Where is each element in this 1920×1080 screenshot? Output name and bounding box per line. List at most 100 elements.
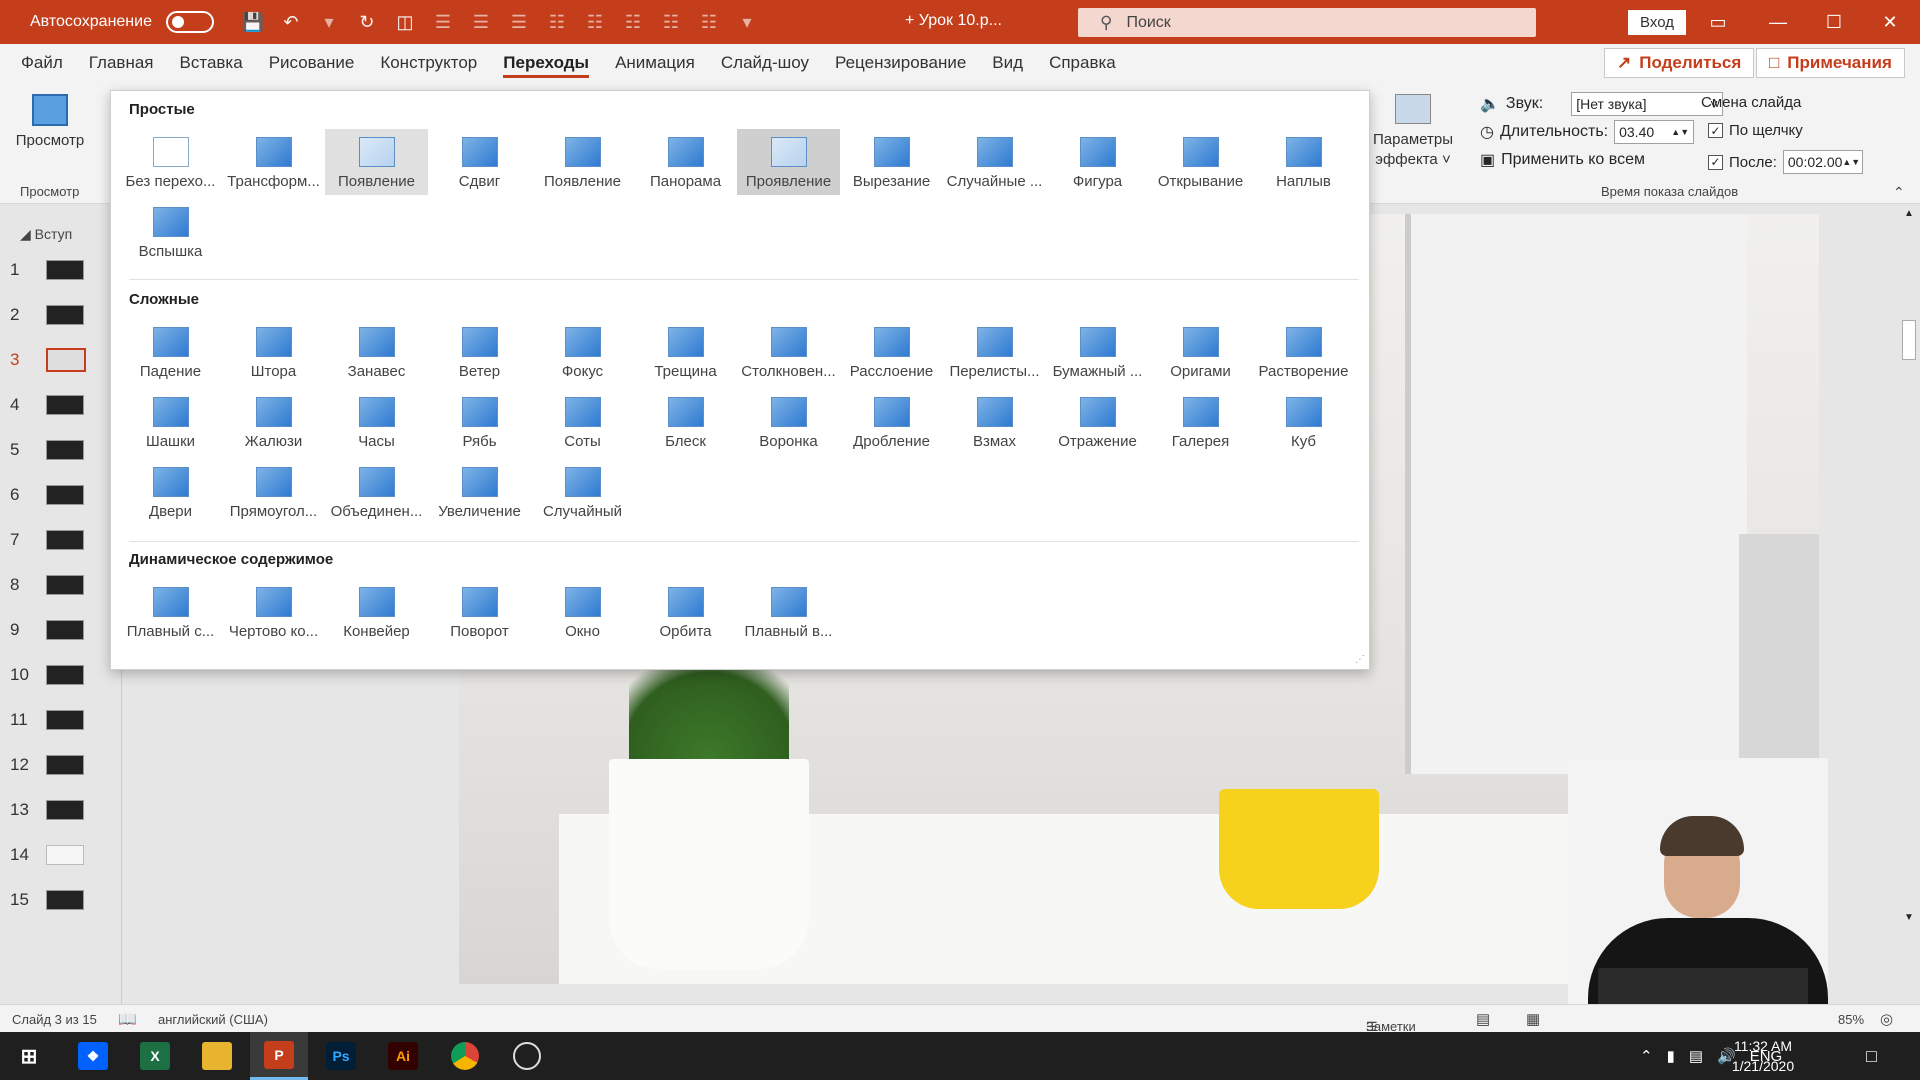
tray-expand-icon[interactable]: ⌃ [1640, 1047, 1653, 1065]
slide-thumbnail-row[interactable]: 12 [10, 747, 94, 783]
transition-item[interactable]: Отражение [1046, 389, 1149, 455]
slide-thumbnail[interactable] [46, 665, 84, 685]
section-header[interactable]: ◢ Вступ [20, 226, 72, 243]
transition-item[interactable]: Фигура [1046, 129, 1149, 195]
tab-view[interactable]: Вид [979, 44, 1036, 82]
slide-sorter-icon[interactable]: ▦ [1526, 1010, 1540, 1028]
distribute-h-icon[interactable]: ☷ [656, 7, 686, 37]
save-icon[interactable]: 💾 [238, 7, 268, 37]
taskbar-excel[interactable]: X [126, 1032, 184, 1080]
search-box[interactable]: ⚲ Поиск [1078, 8, 1536, 37]
transition-item[interactable]: Открывание [1149, 129, 1252, 195]
checkbox-icon[interactable]: ✓ [1708, 154, 1723, 170]
transition-item[interactable]: Конвейер [325, 579, 428, 645]
close-icon[interactable]: ✕ [1862, 0, 1918, 44]
transition-item[interactable]: Соты [531, 389, 634, 455]
transition-item[interactable]: Блеск [634, 389, 737, 455]
transition-item[interactable]: Вспышка [119, 199, 222, 265]
transition-item[interactable]: Наплыв [1252, 129, 1355, 195]
taskbar-explorer[interactable] [188, 1032, 246, 1080]
slide-thumbnail[interactable] [46, 395, 84, 415]
slide-thumbnail[interactable] [46, 530, 84, 550]
tab-insert[interactable]: Вставка [167, 44, 256, 82]
transition-item[interactable]: Куб [1252, 389, 1355, 455]
canvas-scroll-thumb[interactable] [1902, 320, 1916, 360]
slide-thumbnail-row[interactable]: 15 [10, 882, 94, 918]
slide-thumbnail[interactable] [46, 845, 84, 865]
align-right-icon[interactable]: ☰ [504, 7, 534, 37]
transition-item[interactable]: Панорама [634, 129, 737, 195]
duration-input[interactable]: 03.40 ▲▼ [1614, 120, 1695, 144]
slide-thumbnail[interactable] [46, 800, 84, 820]
transition-item[interactable]: Трещина [634, 319, 737, 385]
slide-thumbnail[interactable] [46, 755, 84, 775]
present-icon[interactable]: ◫ [390, 7, 420, 37]
slide-thumbnail[interactable] [46, 305, 84, 325]
transition-item[interactable]: Объединен... [325, 459, 428, 525]
transition-item[interactable]: Орбита [634, 579, 737, 645]
slide-thumbnail[interactable] [46, 440, 84, 460]
align-bottom-icon[interactable]: ☷ [618, 7, 648, 37]
transition-item[interactable]: Растворение [1252, 319, 1355, 385]
customize-toolbar-icon[interactable]: ▾ [732, 7, 762, 37]
transition-item[interactable]: Воронка [737, 389, 840, 455]
tab-design[interactable]: Конструктор [367, 44, 490, 82]
collapse-ribbon-icon[interactable]: ⌃ [1893, 184, 1905, 201]
slide-thumbnail-row[interactable]: 1 [10, 252, 94, 288]
transition-item[interactable]: Появление [531, 129, 634, 195]
tab-animations[interactable]: Анимация [602, 44, 708, 82]
slide-thumbnail[interactable] [46, 575, 84, 595]
transition-item[interactable]: Занавес [325, 319, 428, 385]
taskbar-powerpoint[interactable]: P [250, 1032, 308, 1080]
comments-button[interactable]: □ Примечания [1756, 48, 1905, 78]
transition-item[interactable]: Часы [325, 389, 428, 455]
slide-thumbnail-row[interactable]: 14 [10, 837, 94, 873]
distribute-v-icon[interactable]: ☷ [694, 7, 724, 37]
transition-item[interactable]: Увеличение [428, 459, 531, 525]
transition-item[interactable]: Взмах [943, 389, 1046, 455]
transition-item[interactable]: Сдвиг [428, 129, 531, 195]
slide-thumbnail[interactable] [46, 710, 84, 730]
transition-item[interactable]: Поворот [428, 579, 531, 645]
slide-thumbnail-row[interactable]: 9 [10, 612, 94, 648]
transition-item[interactable]: Перелисты... [943, 319, 1046, 385]
battery-icon[interactable]: ▮ [1667, 1047, 1675, 1065]
clock[interactable]: 11:32 AM 1/21/2020 [1718, 1036, 1808, 1076]
tab-slideshow[interactable]: Слайд-шоу [708, 44, 822, 82]
tab-help[interactable]: Справка [1036, 44, 1129, 82]
slide-thumbnail[interactable] [46, 260, 84, 280]
transition-item[interactable]: Появление [325, 129, 428, 195]
transition-item[interactable]: Жалюзи [222, 389, 325, 455]
scroll-down-icon[interactable]: ▼ [1904, 912, 1914, 923]
slide-thumbnail[interactable] [46, 348, 86, 372]
undo-icon[interactable]: ↶ [276, 7, 306, 37]
language-label[interactable]: английский (США) [158, 1012, 268, 1027]
slide-thumbnail-row[interactable]: 4 [10, 387, 94, 423]
tab-file[interactable]: Файл [8, 44, 76, 82]
transition-item[interactable]: Расслоение [840, 319, 943, 385]
transition-item[interactable]: Окно [531, 579, 634, 645]
ribbon-display-icon[interactable]: ▭ [1690, 0, 1746, 44]
preview-button[interactable]: Просмотр [14, 94, 86, 149]
taskbar-photoshop[interactable]: Ps [312, 1032, 370, 1080]
slide-thumbnail-row[interactable]: 5 [10, 432, 94, 468]
slide-thumbnail-row[interactable]: 3 [10, 342, 94, 378]
align-middle-icon[interactable]: ☷ [580, 7, 610, 37]
transition-item[interactable]: Без перехо... [119, 129, 222, 195]
transition-item[interactable]: Двери [119, 459, 222, 525]
spellcheck-icon[interactable]: 📖 [118, 1010, 137, 1028]
align-center-icon[interactable]: ☰ [466, 7, 496, 37]
transition-item[interactable]: Рябь [428, 389, 531, 455]
on-click-checkbox[interactable]: ✓ По щелчку [1708, 122, 1803, 139]
transition-item[interactable]: Случайный [531, 459, 634, 525]
transition-item[interactable]: Штора [222, 319, 325, 385]
autosave-toggle[interactable] [165, 11, 214, 33]
undo-dropdown-icon[interactable]: ▾ [314, 7, 344, 37]
tab-review[interactable]: Рецензирование [822, 44, 979, 82]
resize-grip-icon[interactable]: ⋰ [1355, 654, 1365, 665]
redo-icon[interactable]: ↻ [352, 7, 382, 37]
slide-thumbnail-row[interactable]: 6 [10, 477, 94, 513]
tab-transitions[interactable]: Переходы [490, 44, 602, 82]
slide-thumbnail[interactable] [46, 485, 84, 505]
transition-item[interactable]: Столкновен... [737, 319, 840, 385]
